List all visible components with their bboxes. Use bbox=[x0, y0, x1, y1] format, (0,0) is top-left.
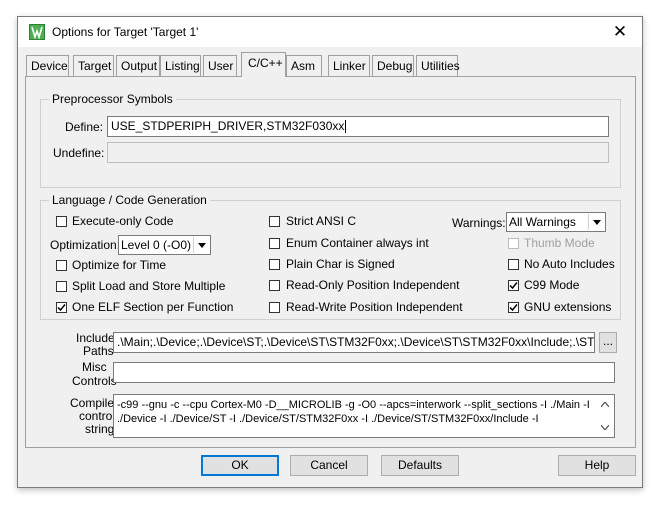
ok-button[interactable]: OK bbox=[201, 455, 279, 476]
ro-pi-checkbox[interactable] bbox=[269, 280, 280, 291]
rw-pi-label: Read-Write Position Independent bbox=[286, 300, 463, 314]
gnu-extensions-label: GNU extensions bbox=[524, 300, 612, 314]
tab-asm[interactable]: Asm bbox=[286, 55, 322, 76]
check-icon bbox=[509, 304, 518, 312]
gnu-extensions-checkbox[interactable] bbox=[508, 302, 519, 313]
compiler-label-3: string bbox=[85, 422, 115, 436]
optimize-time-label: Optimize for Time bbox=[72, 258, 167, 272]
misc-controls-input[interactable] bbox=[113, 362, 615, 383]
no-auto-includes-label: No Auto Includes bbox=[524, 257, 615, 271]
thumb-mode-checkbox[interactable] bbox=[508, 238, 519, 249]
title-bar: Options for Target 'Target 1' ✕ bbox=[18, 17, 642, 47]
execute-only-label: Execute-only Code bbox=[72, 214, 174, 228]
tab-utilities[interactable]: Utilities bbox=[416, 55, 460, 76]
tab-listing[interactable]: Listing bbox=[160, 55, 201, 76]
execute-only-checkbox[interactable] bbox=[56, 216, 67, 227]
warnings-label: Warnings: bbox=[452, 216, 506, 230]
strict-ansi-label: Strict ANSI C bbox=[286, 214, 357, 228]
codegen-group-label: Language / Code Generation bbox=[49, 193, 210, 207]
define-label: Define: bbox=[65, 120, 104, 134]
tab-linker[interactable]: Linker bbox=[328, 55, 370, 76]
enum-container-label: Enum Container always int bbox=[286, 236, 429, 250]
rw-pi-checkbox[interactable] bbox=[269, 302, 280, 313]
optimization-label: Optimization: bbox=[50, 238, 121, 252]
undefine-label: Undefine: bbox=[53, 146, 105, 160]
tab-device[interactable]: Device bbox=[26, 55, 69, 76]
dialog-title: Options for Target 'Target 1' bbox=[52, 25, 199, 39]
keil-app-icon bbox=[29, 24, 45, 40]
check-icon bbox=[509, 282, 518, 290]
tab-output[interactable]: Output bbox=[116, 55, 160, 76]
include-label-1: Include bbox=[76, 331, 115, 345]
tab-user[interactable]: User bbox=[203, 55, 237, 76]
compiler-label-2: control bbox=[79, 409, 116, 423]
one-elf-checkbox[interactable] bbox=[56, 302, 67, 313]
optimization-select[interactable]: Level 0 (-O0) bbox=[118, 235, 211, 255]
cancel-button[interactable]: Cancel bbox=[290, 455, 368, 476]
plain-char-checkbox[interactable] bbox=[269, 259, 280, 270]
tab-debug[interactable]: Debug bbox=[372, 55, 414, 76]
optimize-time-checkbox[interactable] bbox=[56, 260, 67, 271]
preprocessor-group: Preprocessor Symbols Define: USE_STDPERI… bbox=[40, 92, 621, 188]
warnings-select[interactable]: All Warnings bbox=[506, 212, 606, 232]
misc-label-1: Misc bbox=[82, 360, 107, 374]
codegen-group: Language / Code Generation Execute-only … bbox=[40, 193, 621, 320]
chevron-down-icon bbox=[588, 214, 604, 230]
compiler-line-1: -c99 --gnu -c --cpu Cortex-M0 -D__MICROL… bbox=[117, 399, 590, 411]
enum-container-checkbox[interactable] bbox=[269, 238, 280, 249]
split-load-label: Split Load and Store Multiple bbox=[72, 279, 226, 293]
close-button[interactable]: ✕ bbox=[598, 17, 642, 47]
close-icon: ✕ bbox=[612, 22, 628, 41]
help-button[interactable]: Help bbox=[558, 455, 636, 476]
split-load-checkbox[interactable] bbox=[56, 281, 67, 292]
defaults-button[interactable]: Defaults bbox=[381, 455, 459, 476]
preprocessor-group-label: Preprocessor Symbols bbox=[49, 92, 176, 106]
tab-target[interactable]: Target bbox=[73, 55, 114, 76]
include-browse-button[interactable]: ... bbox=[599, 332, 617, 353]
chevron-down-icon bbox=[193, 237, 209, 253]
check-icon bbox=[57, 304, 66, 312]
compiler-control-string[interactable]: -c99 --gnu -c --cpu Cortex-M0 -D__MICROL… bbox=[113, 394, 615, 438]
plain-char-label: Plain Char is Signed bbox=[286, 257, 395, 271]
scroll-down-icon[interactable] bbox=[598, 422, 612, 434]
compiler-label-1: Compiler bbox=[70, 396, 119, 410]
text-caret bbox=[345, 120, 347, 134]
thumb-mode-label: Thumb Mode bbox=[524, 236, 595, 250]
no-auto-includes-checkbox[interactable] bbox=[508, 259, 519, 270]
c99-mode-checkbox[interactable] bbox=[508, 280, 519, 291]
cc-tab-panel: Preprocessor Symbols Define: USE_STDPERI… bbox=[25, 76, 636, 448]
tab-cc[interactable]: C/C++ bbox=[241, 52, 286, 77]
one-elf-label: One ELF Section per Function bbox=[72, 300, 234, 314]
misc-label-2: Controls bbox=[72, 374, 117, 388]
include-paths-input[interactable]: .\Main;.\Device;.\Device\ST;.\Device\ST\… bbox=[113, 332, 595, 353]
scroll-up-icon[interactable] bbox=[598, 399, 612, 411]
ro-pi-label: Read-Only Position Independent bbox=[286, 278, 460, 292]
define-input[interactable]: USE_STDPERIPH_DRIVER,STM32F030xx bbox=[107, 116, 609, 137]
strict-ansi-checkbox[interactable] bbox=[269, 216, 280, 227]
include-label-2: Paths bbox=[83, 344, 114, 358]
compiler-line-2: ./Device -I ./Device/ST -I ./Device/ST/S… bbox=[117, 413, 539, 425]
options-dialog: Options for Target 'Target 1' ✕ Device T… bbox=[17, 16, 643, 488]
c99-mode-label: C99 Mode bbox=[524, 278, 580, 292]
undefine-input[interactable] bbox=[107, 142, 609, 163]
